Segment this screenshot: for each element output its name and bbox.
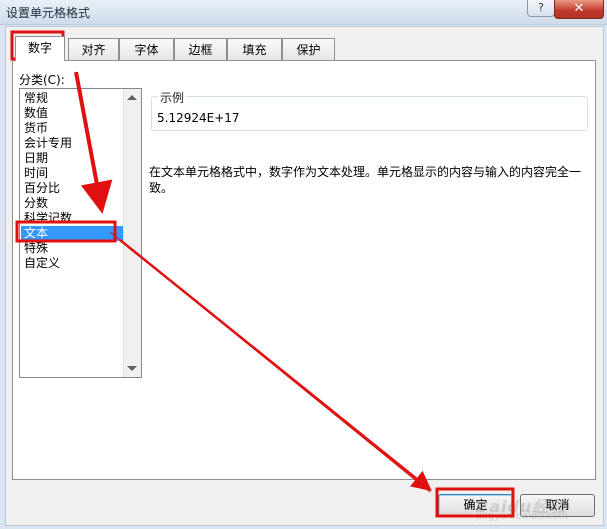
- category-item-special[interactable]: 特殊: [24, 241, 48, 256]
- sample-group: 示例 5.12924E+17: [151, 89, 588, 131]
- category-item-general[interactable]: 常规: [24, 91, 48, 106]
- title-bar: 设置单元格格式 ? ✕: [0, 0, 607, 25]
- format-cells-dialog: 数字 对齐 字体 边框 填充 保护 分类(C): 常规 数值 货币 会计专用 日…: [5, 26, 604, 526]
- tab-font[interactable]: 字体: [119, 38, 174, 60]
- category-item-time[interactable]: 时间: [24, 166, 48, 181]
- category-item-currency[interactable]: 货币: [24, 121, 48, 136]
- tab-protection[interactable]: 保护: [282, 38, 335, 60]
- category-item-custom[interactable]: 自定义: [24, 256, 60, 271]
- category-item-date[interactable]: 日期: [24, 151, 48, 166]
- sample-value: 5.12924E+17: [157, 111, 240, 125]
- scroll-down-arrow-icon[interactable]: [127, 366, 137, 371]
- sample-legend: 示例: [158, 89, 187, 106]
- window-title: 设置单元格格式: [6, 6, 91, 20]
- scroll-up-arrow-icon[interactable]: [127, 95, 137, 100]
- tab-number[interactable]: 数字: [15, 36, 65, 61]
- number-tab-panel: 分类(C): 常规 数值 货币 会计专用 日期 时间 百分比 分数 科学记数 文…: [12, 60, 596, 480]
- category-label: 分类(C):: [19, 73, 65, 87]
- category-item-text[interactable]: 文本: [21, 226, 124, 241]
- ok-button[interactable]: 确定: [438, 494, 513, 517]
- category-listbox[interactable]: 常规 数值 货币 会计专用 日期 时间 百分比 分数 科学记数 文本 特殊 自定…: [19, 88, 142, 378]
- category-item-percentage[interactable]: 百分比: [24, 181, 60, 196]
- category-item-fraction[interactable]: 分数: [24, 196, 48, 211]
- category-item-scientific[interactable]: 科学记数: [24, 211, 72, 226]
- format-description: 在文本单元格格式中，数字作为文本处理。单元格显示的内容与输入的内容完全一致。: [149, 165, 582, 195]
- category-item-accounting[interactable]: 会计专用: [24, 136, 72, 151]
- tab-alignment[interactable]: 对齐: [68, 38, 119, 60]
- close-button[interactable]: ✕: [554, 0, 604, 19]
- tab-border[interactable]: 边框: [174, 38, 227, 60]
- cancel-button[interactable]: 取消: [520, 494, 595, 517]
- tab-fill[interactable]: 填充: [227, 38, 282, 60]
- category-item-number[interactable]: 数值: [24, 106, 48, 121]
- help-button[interactable]: ?: [527, 0, 555, 17]
- category-scrollbar[interactable]: [123, 89, 141, 377]
